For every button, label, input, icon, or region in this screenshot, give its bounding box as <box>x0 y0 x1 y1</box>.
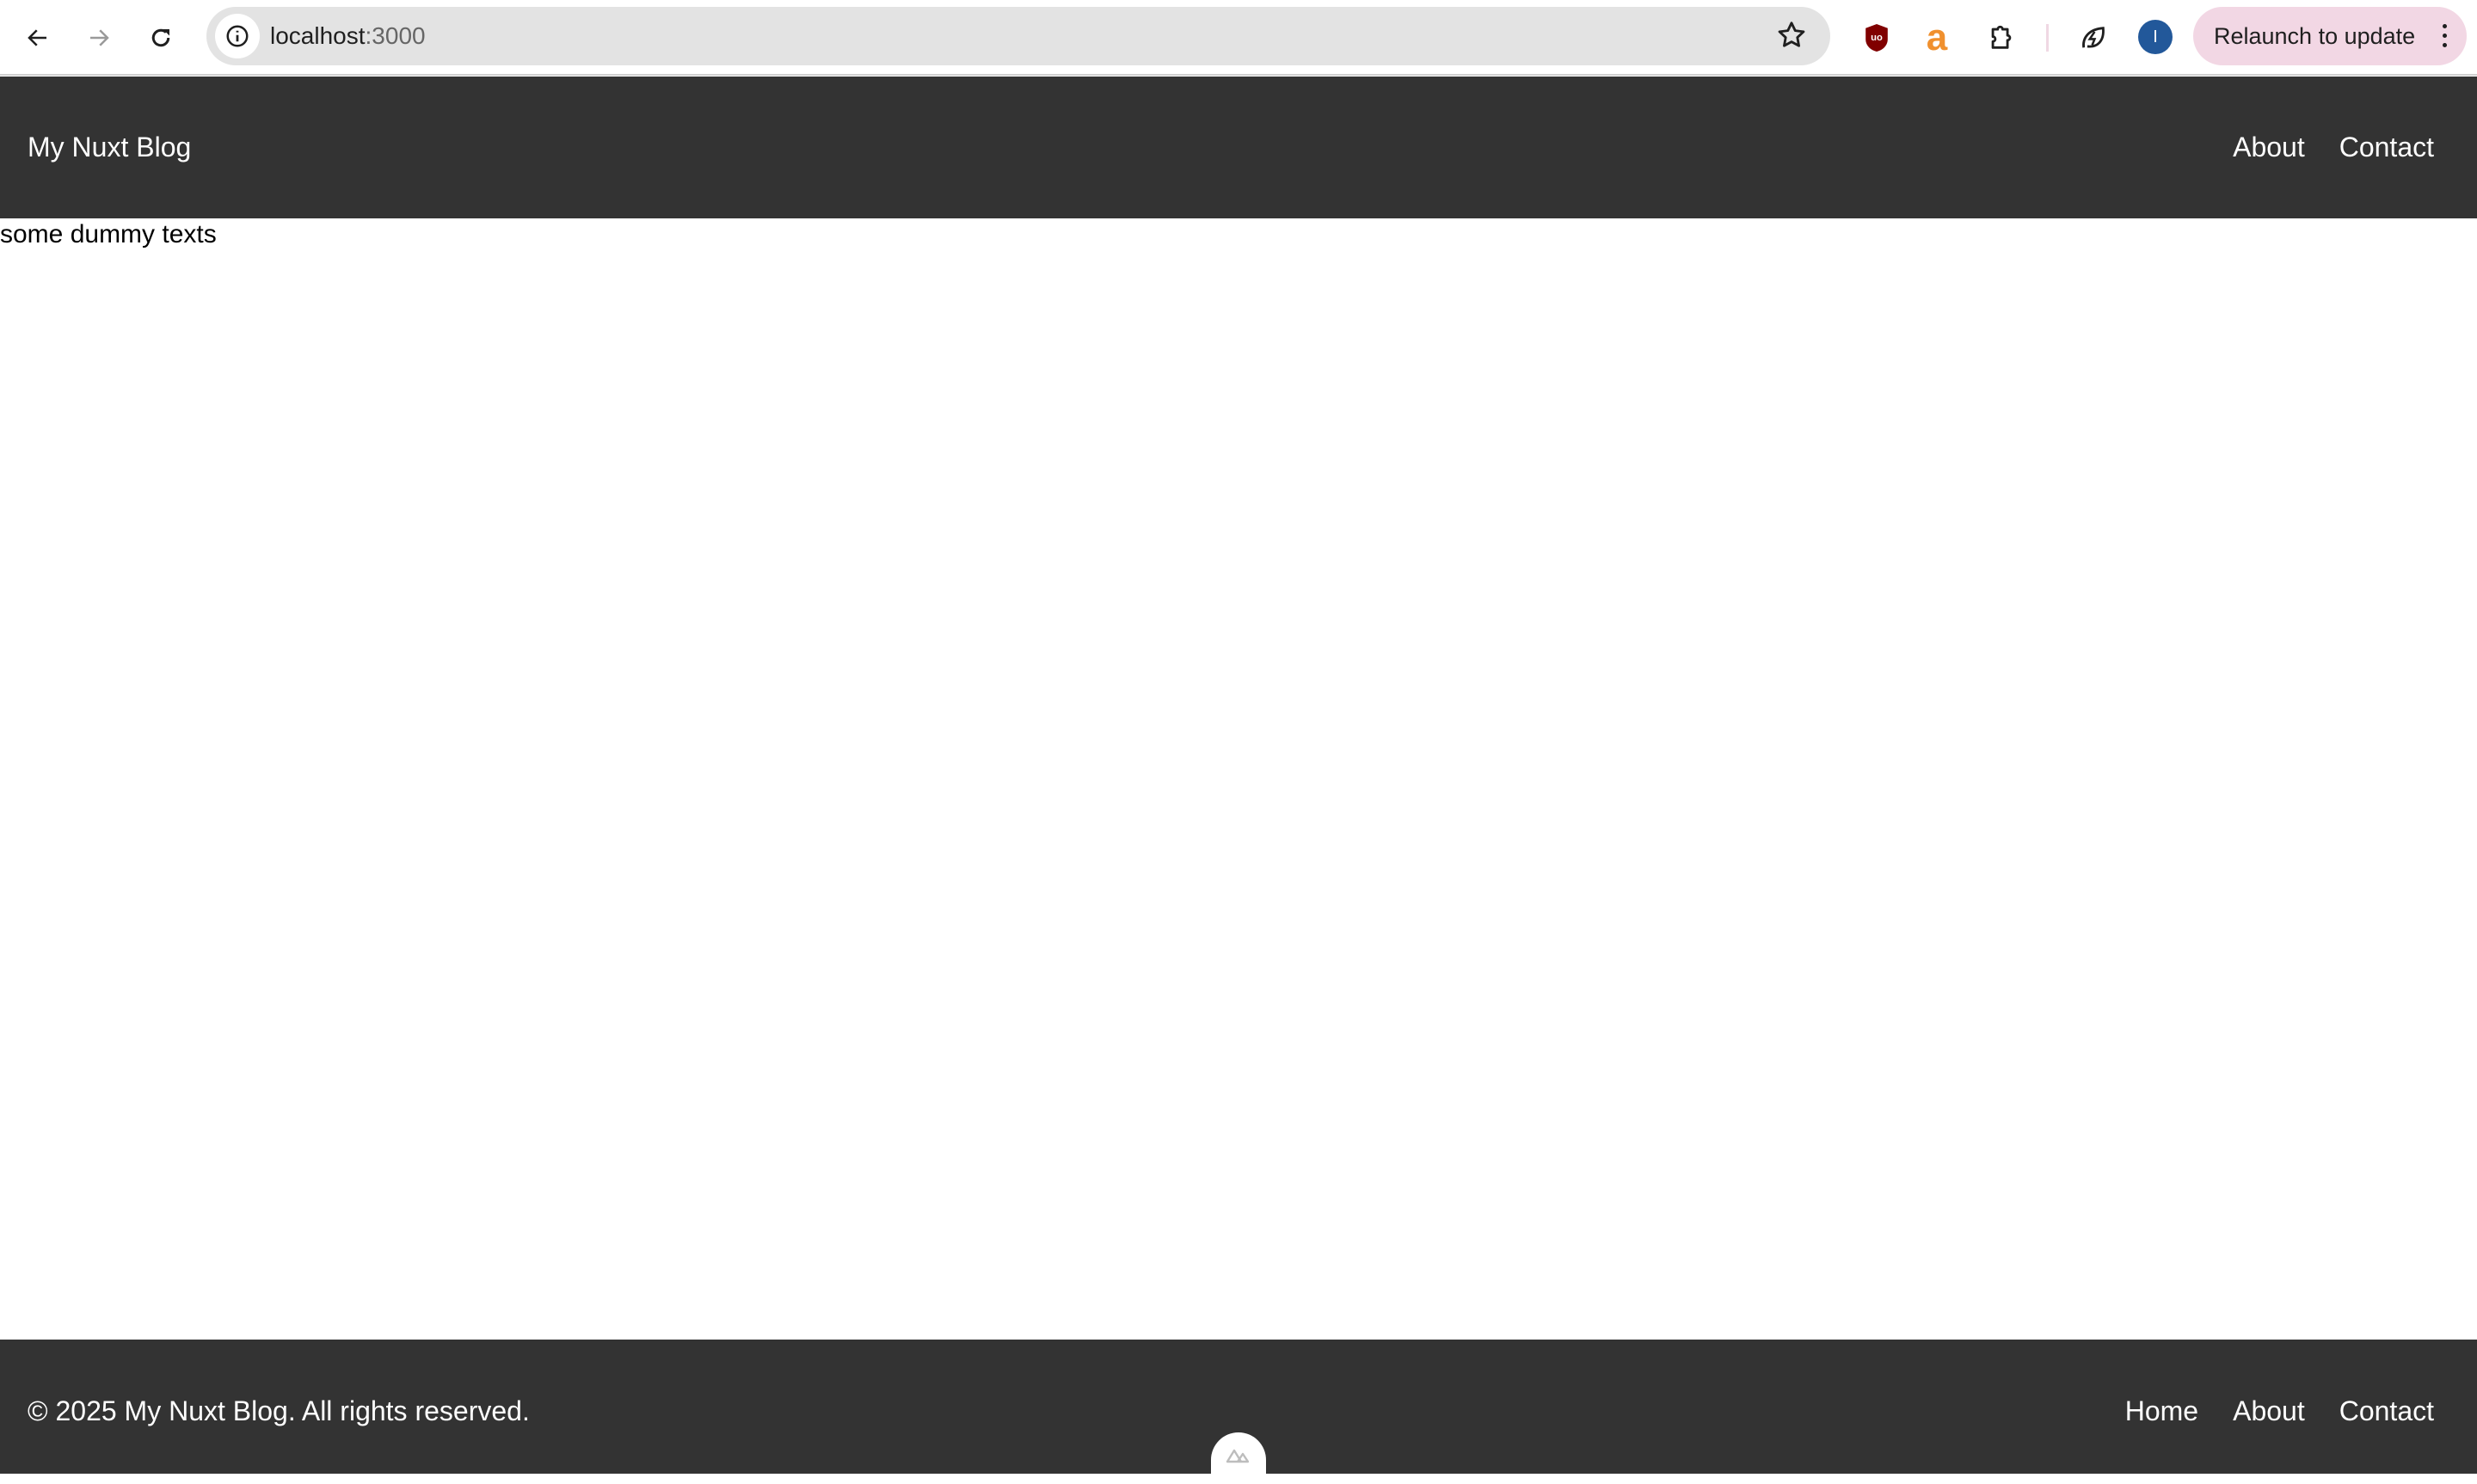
nuxt-logo-icon <box>1226 1449 1250 1463</box>
toolbar-divider <box>2046 24 2049 52</box>
star-icon <box>1778 21 1805 47</box>
site-footer: © 2025 My Nuxt Blog. All rights reserved… <box>0 1340 2477 1484</box>
footer-link-about[interactable]: About <box>2233 1340 2305 1482</box>
footer-link-home[interactable]: Home <box>2125 1340 2198 1482</box>
address-bar[interactable]: localhost:3000 <box>206 7 1830 65</box>
browser-toolbar: localhost:3000 uo a I Relaunch to update <box>0 0 2477 76</box>
site-brand[interactable]: My Nuxt Blog <box>28 77 191 218</box>
arrow-right-icon <box>90 29 109 46</box>
extensions-puzzle-icon <box>1991 25 2012 49</box>
nav-link-contact[interactable]: Contact <box>2339 77 2434 218</box>
site-header: My Nuxt Blog About Contact <box>0 77 2477 218</box>
relaunch-label: Relaunch to update <box>2214 23 2416 49</box>
url-host: localhost <box>270 22 366 49</box>
back-button[interactable] <box>19 19 57 57</box>
amazon-assistant-icon: a <box>1926 16 1948 58</box>
nuxt-devtools-button[interactable] <box>1211 1432 1266 1484</box>
footer-link-contact[interactable]: Contact <box>2339 1340 2434 1482</box>
extensions-button[interactable] <box>1982 19 2020 57</box>
amazon-extension-button[interactable]: a <box>1918 19 1956 57</box>
nav-link-about[interactable]: About <box>2233 77 2305 218</box>
reload-icon <box>151 28 170 47</box>
url-text: localhost:3000 <box>270 7 426 65</box>
main-content: some dummy texts <box>0 220 217 248</box>
footer-nav: Home About Contact <box>2125 1340 2434 1482</box>
url-port: :3000 <box>365 22 426 49</box>
site-info-button[interactable] <box>215 14 260 58</box>
leaf-bolt-icon <box>2082 27 2105 48</box>
copyright-text: © 2025 My Nuxt Blog. All rights reserved… <box>28 1395 530 1426</box>
more-menu-icon[interactable] <box>2443 24 2448 48</box>
profile-avatar[interactable]: I <box>2138 20 2173 54</box>
header-nav: About Contact <box>2233 77 2434 218</box>
forward-button[interactable] <box>80 19 118 57</box>
ublock-origin-icon: uo <box>1865 24 1888 52</box>
bookmark-button[interactable] <box>1775 19 1808 56</box>
svg-text:uo: uo <box>1871 33 1883 43</box>
leaf-extension-button[interactable] <box>2074 19 2112 57</box>
ublock-extension-button[interactable]: uo <box>1858 19 1896 57</box>
info-icon <box>226 25 249 47</box>
relaunch-button[interactable]: Relaunch to update <box>2193 7 2467 65</box>
reload-button[interactable] <box>142 19 180 57</box>
arrow-left-icon <box>28 29 46 46</box>
